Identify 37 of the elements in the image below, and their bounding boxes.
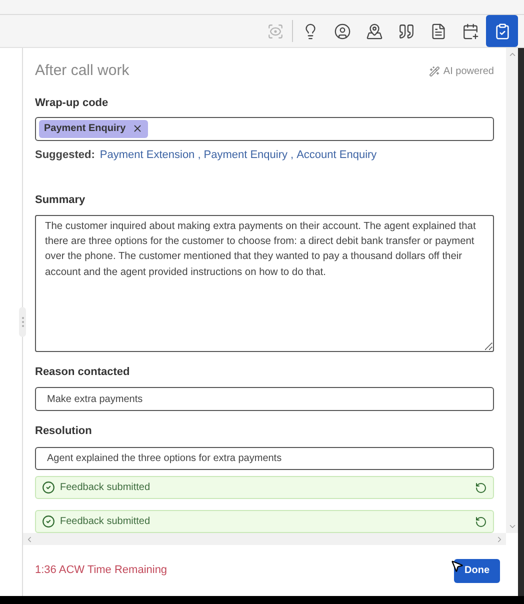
- separator: ,: [198, 148, 201, 163]
- field-label: Summary: [35, 193, 86, 208]
- focus-eye-icon: [266, 22, 284, 40]
- quote-icon: [398, 22, 414, 40]
- field-label: Reason contacted: [35, 364, 131, 380]
- check-circle-icon: [42, 481, 55, 494]
- undo-icon[interactable]: [475, 516, 487, 528]
- feedback-text: Feedback submitted: [60, 481, 152, 496]
- drag-handle[interactable]: [19, 307, 26, 337]
- magic-wand-icon: [429, 66, 440, 77]
- done-button[interactable]: Done: [454, 558, 500, 582]
- calendar-plus-icon: [462, 22, 478, 40]
- map-pin-icon: [366, 22, 382, 40]
- suggestion-link[interactable]: Payment Enquiry: [204, 146, 288, 164]
- field-label: Wrap-up code: [35, 96, 110, 110]
- separator: ,: [290, 148, 294, 163]
- user-circle-icon: [334, 22, 350, 40]
- mouse-cursor-icon: [450, 559, 464, 573]
- undo-icon[interactable]: [475, 482, 487, 494]
- wrapup-chip: Payment Enquiry: [39, 120, 148, 138]
- acw-timer: 1:36 ACW Time Remaining: [35, 563, 168, 578]
- document-icon: [430, 22, 446, 40]
- resolution-field[interactable]: Agent explained the three options for extra payments: [35, 446, 494, 470]
- feedback-text: Feedback submitted: [60, 515, 152, 530]
- summary-field[interactable]: The customer inquired about making extra payments on their account. The agent explained that there are three options for the customer to choose from: a direct debit bank transfer or payment over the phone. The customer mentioned that they wanted to pay a thousand dollars off their account and the agent provided instructions on how to do that.: [35, 214, 494, 352]
- reason-field[interactable]: Make extra payments: [35, 387, 494, 412]
- ai-powered-label: AI powered: [429, 64, 494, 79]
- suggested-label: Suggested:: [35, 148, 95, 163]
- check-circle-icon: [42, 515, 55, 528]
- panel-title: After call work: [35, 61, 130, 81]
- field-label: Resolution: [35, 424, 93, 440]
- remove-icon[interactable]: [132, 123, 143, 134]
- suggestion-link[interactable]: Account Enquiry: [296, 146, 377, 164]
- suggestion-link[interactable]: Payment Extension: [100, 146, 195, 164]
- toolbar-button[interactable]: [486, 15, 518, 47]
- wrapup-field[interactable]: Payment Enquiry: [35, 117, 494, 141]
- clipboard-check-icon: [494, 22, 510, 40]
